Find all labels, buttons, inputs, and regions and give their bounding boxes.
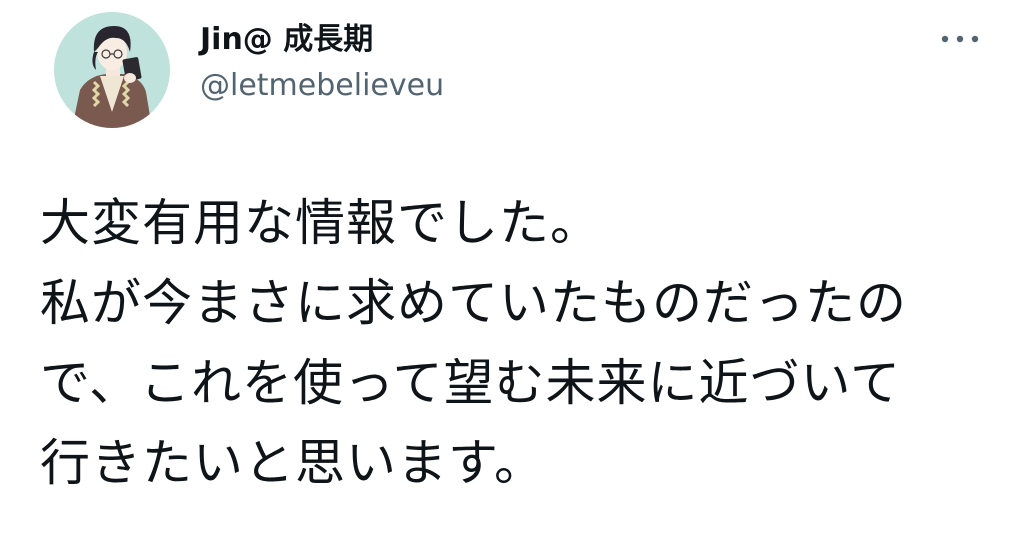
more-horizontal-icon bbox=[941, 35, 979, 43]
tweet-text-line: 大変有用な情報でした。 bbox=[40, 194, 601, 252]
avatar-illustration bbox=[54, 12, 170, 128]
tweet-text-line: 行きたいと思います。 bbox=[40, 434, 545, 492]
tweet-card: Jin@ 成長期 @letmebelieveu 大変有用な情報でした。 私が今ま… bbox=[0, 0, 1024, 537]
avatar[interactable] bbox=[54, 12, 170, 128]
author-handle[interactable]: @letmebelieveu bbox=[200, 66, 444, 106]
author-display-name[interactable]: Jin@ 成長期 bbox=[200, 20, 373, 60]
tweet-text-line: で、これを使って望む未来に近づいて bbox=[40, 354, 901, 412]
tweet-text-line: 私が今まさに求めていたものだったの bbox=[40, 274, 907, 332]
more-options-button[interactable] bbox=[934, 22, 986, 56]
tweet-text: 大変有用な情報でした。 私が今まさに求めていたものだったの で、これを使って望む… bbox=[40, 183, 1000, 503]
